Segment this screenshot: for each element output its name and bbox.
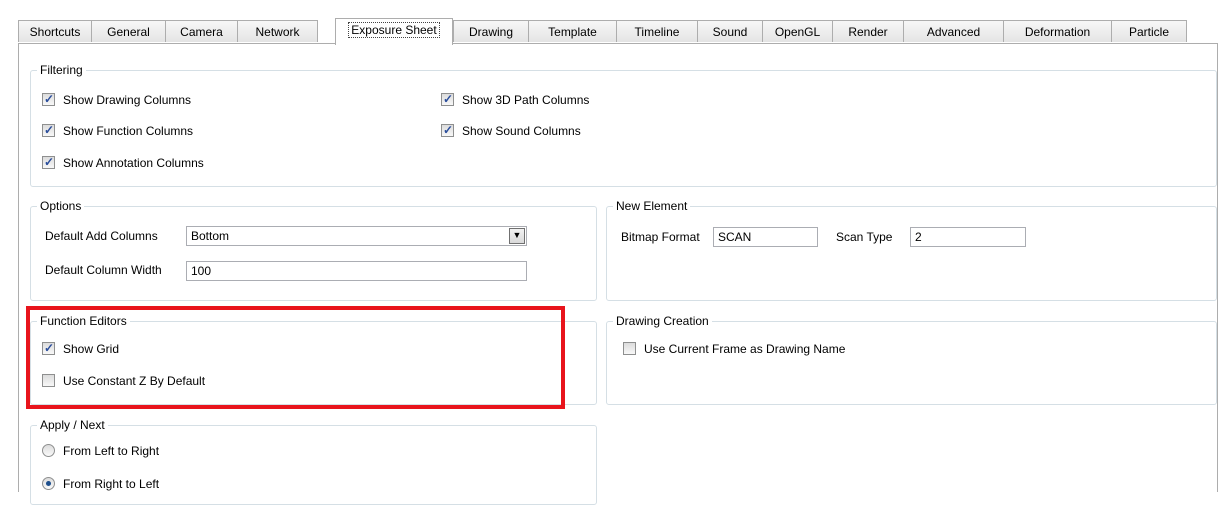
checkbox-checked-icon[interactable] [441, 91, 454, 107]
show-drawing-columns-label: Show Drawing Columns [63, 93, 192, 107]
use-current-frame-label: Use Current Frame as Drawing Name [644, 342, 846, 356]
new-element-group: New Element Bitmap Format SCAN Scan Type… [606, 199, 1217, 301]
filtering-group: Filtering Show Drawing Columns Show Func… [30, 63, 1217, 187]
checkbox-checked-icon[interactable] [42, 340, 55, 356]
show-sound-columns-label: Show Sound Columns [462, 124, 581, 138]
function-editors-title: Function Editors [37, 314, 130, 328]
show-3d-path-columns-checkbox[interactable]: Show 3D Path Columns [441, 91, 590, 108]
bitmap-format-input[interactable]: SCAN [713, 227, 818, 247]
tab-network[interactable]: Network [237, 20, 318, 42]
options-group: Options Default Add Columns Bottom ▼ Def… [30, 199, 597, 301]
default-column-width-input[interactable]: 100 [186, 261, 527, 281]
tab-render[interactable]: Render [832, 20, 904, 42]
checkbox-checked-icon[interactable] [42, 91, 55, 107]
use-current-frame-checkbox[interactable]: Use Current Frame as Drawing Name [623, 341, 845, 357]
checkbox-unchecked-icon[interactable] [623, 342, 636, 355]
show-function-columns-label: Show Function Columns [63, 124, 194, 138]
tab-template[interactable]: Template [528, 20, 617, 42]
tab-timeline[interactable]: Timeline [616, 20, 698, 42]
default-column-width-label: Default Column Width [45, 263, 162, 277]
show-3d-path-columns-label: Show 3D Path Columns [462, 93, 590, 107]
tab-camera[interactable]: Camera [165, 20, 238, 42]
radio-unselected-icon[interactable] [42, 444, 55, 457]
apply-next-title: Apply / Next [37, 418, 108, 432]
scan-type-label: Scan Type [836, 230, 893, 244]
filtering-title: Filtering [37, 63, 86, 77]
tab-general[interactable]: General [91, 20, 166, 42]
show-drawing-columns-checkbox[interactable]: Show Drawing Columns [42, 91, 192, 108]
drawing-creation-title: Drawing Creation [613, 314, 712, 328]
tab-exposure-sheet[interactable]: Exposure Sheet [335, 18, 453, 45]
radio-selected-icon[interactable] [42, 477, 55, 490]
tab-particle[interactable]: Particle [1111, 20, 1187, 42]
use-constant-z-checkbox[interactable]: Use Constant Z By Default [42, 373, 205, 389]
tab-shortcuts[interactable]: Shortcuts [18, 20, 92, 42]
chevron-down-icon[interactable]: ▼ [509, 228, 525, 244]
from-right-to-left-radio[interactable]: From Right to Left [42, 476, 159, 492]
default-column-width-value: 100 [191, 264, 212, 278]
checkbox-checked-icon[interactable] [441, 122, 454, 138]
bitmap-format-label: Bitmap Format [621, 230, 700, 244]
tab-advanced[interactable]: Advanced [903, 20, 1004, 42]
new-element-title: New Element [613, 199, 691, 213]
show-annotation-columns-checkbox[interactable]: Show Annotation Columns [42, 154, 204, 171]
tab-deformation[interactable]: Deformation [1003, 20, 1112, 42]
tab-drawing[interactable]: Drawing [453, 20, 529, 42]
tab-sound[interactable]: Sound [697, 20, 763, 42]
checkbox-checked-icon[interactable] [42, 122, 55, 138]
default-add-columns-value: Bottom [191, 229, 230, 243]
show-sound-columns-checkbox[interactable]: Show Sound Columns [441, 122, 581, 139]
checkbox-unchecked-icon[interactable] [42, 374, 55, 387]
bitmap-format-value: SCAN [718, 230, 752, 244]
checkbox-checked-icon[interactable] [42, 154, 55, 170]
from-left-to-right-radio[interactable]: From Left to Right [42, 443, 159, 459]
show-function-columns-checkbox[interactable]: Show Function Columns [42, 122, 194, 139]
options-title: Options [37, 199, 85, 213]
default-add-columns-label: Default Add Columns [45, 229, 158, 243]
preferences-tab-bar: Shortcuts General Camera Network Exposur… [18, 18, 1218, 45]
default-add-columns-select[interactable]: Bottom ▼ [186, 226, 527, 246]
show-grid-label: Show Grid [63, 342, 120, 356]
panel-left-border [18, 43, 19, 492]
scan-type-value: 2 [915, 230, 922, 244]
apply-next-group: Apply / Next From Left to Right From Rig… [30, 418, 597, 505]
show-annotation-columns-label: Show Annotation Columns [63, 156, 204, 170]
use-constant-z-label: Use Constant Z By Default [63, 374, 206, 388]
function-editors-group: Function Editors Show Grid Use Constant … [30, 314, 597, 405]
from-right-to-left-label: From Right to Left [63, 477, 160, 491]
from-left-to-right-label: From Left to Right [63, 444, 160, 458]
tab-opengl[interactable]: OpenGL [762, 20, 833, 42]
panel-right-border [1217, 43, 1218, 492]
tab-divider [18, 43, 1218, 44]
show-grid-checkbox[interactable]: Show Grid [42, 340, 120, 357]
drawing-creation-group: Drawing Creation Use Current Frame as Dr… [606, 314, 1217, 405]
scan-type-input[interactable]: 2 [910, 227, 1026, 247]
